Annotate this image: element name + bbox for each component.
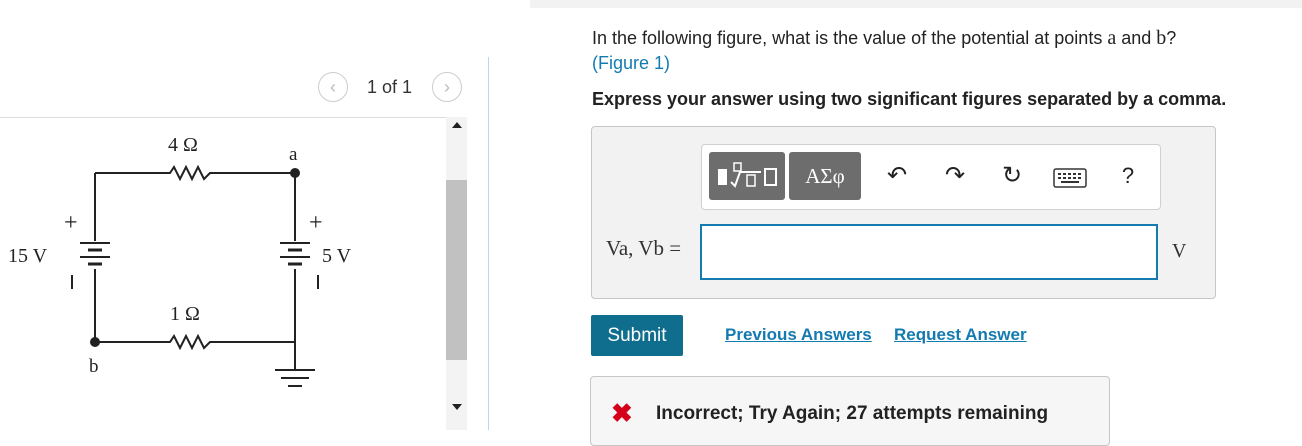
answer-input[interactable] xyxy=(700,224,1158,280)
scrollbar-thumb[interactable] xyxy=(446,180,467,360)
chevron-left-icon: ‹ xyxy=(330,77,336,97)
question-text: In the following figure, what is the val… xyxy=(592,27,1177,73)
undo-icon[interactable]: ↶ xyxy=(882,160,912,192)
next-figure-button[interactable]: › xyxy=(432,72,462,102)
label-1ohm: 1 Ω xyxy=(170,303,200,325)
request-answer-link[interactable]: Request Answer xyxy=(894,325,1027,345)
pane-divider xyxy=(488,57,489,430)
templates-button[interactable] xyxy=(709,152,785,200)
label-node-a: a xyxy=(289,144,298,165)
plus-left: + xyxy=(64,210,78,236)
ground-symbol xyxy=(275,369,315,387)
resistor-1ohm xyxy=(95,333,295,351)
answer-instruction: Express your answer using two significan… xyxy=(592,89,1227,109)
x-icon: ✖ xyxy=(611,398,633,428)
chevron-right-icon: › xyxy=(444,77,450,97)
keyboard-icon[interactable] xyxy=(1053,168,1087,188)
point-b: b xyxy=(1156,27,1167,49)
sqrt-template-icon xyxy=(718,162,777,188)
reset-icon[interactable]: ↻ xyxy=(997,160,1027,192)
label-node-b: b xyxy=(89,356,99,377)
node-b-dot xyxy=(90,337,100,347)
point-a: a xyxy=(1107,27,1117,49)
top-strip xyxy=(530,0,1302,8)
resistor-4ohm xyxy=(95,164,295,182)
help-button[interactable]: ? xyxy=(1113,160,1143,192)
label-4ohm: 4 Ω xyxy=(168,134,198,156)
figure-pager: 1 of 1 xyxy=(367,77,413,97)
unit-label: V xyxy=(1172,240,1187,262)
battery-5v xyxy=(280,242,310,266)
circuit-diagram: 4 Ω 1 Ω 15 V 5 V a b + + xyxy=(8,134,352,387)
answer-label: Va, Vb = xyxy=(606,236,682,260)
previous-answers-link[interactable]: Previous Answers xyxy=(725,325,872,345)
redo-icon[interactable]: ↷ xyxy=(940,160,970,192)
node-a-dot xyxy=(290,168,300,178)
plus-right: + xyxy=(309,210,323,236)
submit-button[interactable]: Submit xyxy=(591,315,683,356)
previous-figure-button[interactable]: ‹ xyxy=(318,72,348,102)
scroll-down-icon[interactable] xyxy=(452,404,462,410)
figure-link[interactable]: Figure 1 xyxy=(598,53,664,73)
feedback-message: Incorrect; Try Again; 27 attempts remain… xyxy=(656,403,1049,424)
label-15v: 15 V xyxy=(8,245,48,267)
scroll-up-icon[interactable] xyxy=(452,122,462,128)
label-5v: 5 V xyxy=(322,245,352,267)
greek-symbols-button[interactable]: ΑΣφ xyxy=(789,152,861,200)
battery-15v xyxy=(80,242,110,266)
